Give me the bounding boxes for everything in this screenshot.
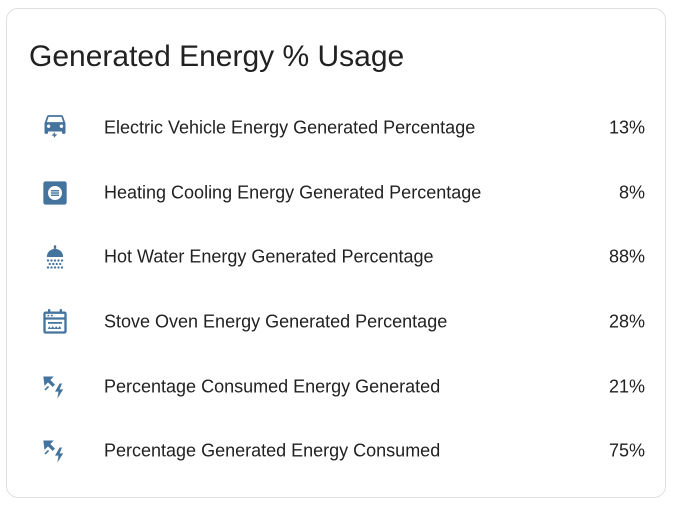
entity-label: Percentage Consumed Energy Generated	[104, 376, 441, 397]
entity-row-electric-vehicle[interactable]: Electric Vehicle Energy Generated Percen…	[7, 96, 665, 161]
transmission-tower-icon	[41, 373, 69, 401]
entity-value: 28%	[608, 311, 645, 332]
entity-row-stove-oven[interactable]: Stove Oven Energy Generated Percentage 2…	[7, 290, 665, 355]
entity-label: Hot Water Energy Generated Percentage	[104, 246, 434, 267]
entity-value: 88%	[608, 246, 645, 267]
entity-row-heating-cooling[interactable]: Heating Cooling Energy Generated Percent…	[7, 161, 665, 226]
entity-value: 75%	[608, 440, 645, 461]
entity-value: 21%	[608, 376, 645, 397]
card-title: Generated Energy % Usage	[29, 40, 405, 73]
entity-label: Stove Oven Energy Generated Percentage	[104, 311, 448, 332]
transmission-tower-icon	[41, 437, 69, 465]
entity-value: 8%	[618, 182, 645, 203]
entity-row-hot-water[interactable]: Hot Water Energy Generated Percentage 88…	[7, 225, 665, 290]
entity-row-generated-energy-consumed[interactable]: Percentage Generated Energy Consumed 75%	[7, 419, 665, 484]
hvac-icon	[41, 179, 69, 207]
entity-label: Heating Cooling Energy Generated Percent…	[104, 182, 482, 203]
entity-label: Electric Vehicle Energy Generated Percen…	[104, 117, 476, 138]
car-electric-icon	[41, 114, 69, 142]
entity-row-consumed-energy-generated[interactable]: Percentage Consumed Energy Generated 21%	[7, 354, 665, 419]
stove-icon	[41, 308, 69, 336]
shower-icon	[41, 243, 69, 271]
entity-value: 13%	[608, 117, 645, 138]
energy-usage-card: Generated Energy % Usage Electric Vehicl…	[6, 8, 666, 498]
entity-label: Percentage Generated Energy Consumed	[104, 440, 441, 461]
entity-list: Electric Vehicle Energy Generated Percen…	[7, 96, 665, 484]
